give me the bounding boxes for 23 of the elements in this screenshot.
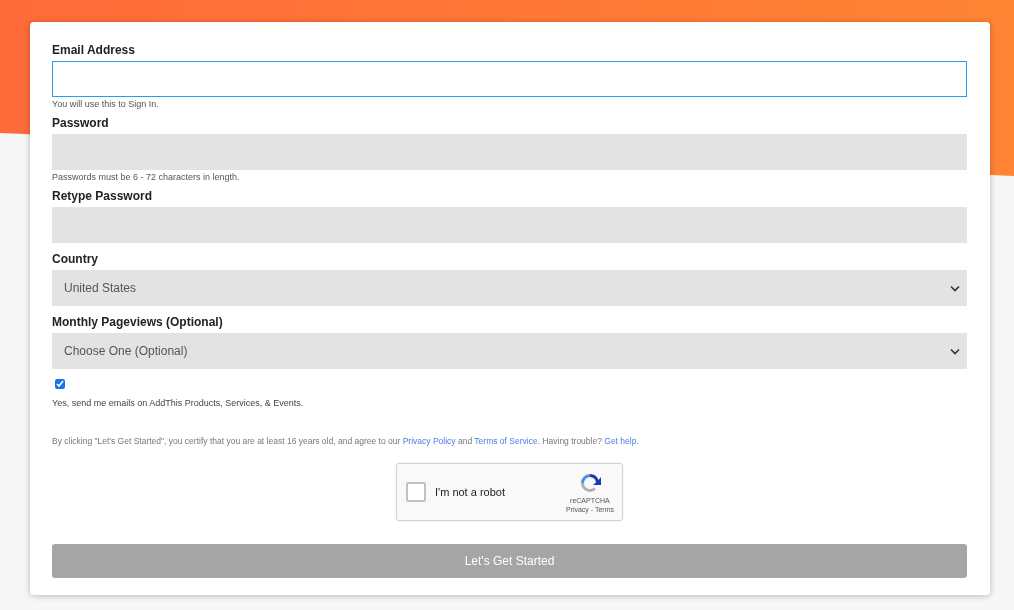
dropdown[interactable]: Choose One (Optional) [52, 333, 967, 369]
field-label: Monthly Pageviews (Optional) [52, 314, 223, 331]
password-field[interactable] [52, 207, 967, 243]
captcha-label: I'm not a robot [435, 486, 506, 498]
password-field[interactable] [52, 134, 967, 170]
link[interactable]: Privacy Policy [402, 436, 456, 446]
link[interactable]: Terms of Service [474, 436, 538, 446]
field-label: Retype Password [52, 188, 153, 205]
submit-button[interactable]: Let's Get Started [52, 544, 967, 578]
legal-text: By clicking "Let's Get Started", you certify that you are at least 16 years old, and agree to our Privacy Policy and Terms of Service. Having trouble? Get help. [52, 436, 640, 446]
captcha-checkbox[interactable] [406, 482, 426, 502]
link[interactable]: Get help. [604, 436, 639, 446]
field-hint: You will use this to Sign In. [52, 98, 159, 111]
checkbox[interactable] [55, 379, 65, 389]
field-label: Email Address [52, 42, 135, 59]
chevron-down-icon [950, 347, 960, 355]
dropdown[interactable]: United States [52, 270, 967, 306]
email-field[interactable] [52, 61, 967, 97]
chevron-down-icon [950, 284, 960, 292]
field-hint: Passwords must be 6 - 72 characters in length. [52, 171, 240, 184]
checkbox-label: Yes, send me emails on AddThis Products, Services, & Events. [52, 398, 304, 408]
field-label: Country [52, 251, 98, 268]
field-label: Password [52, 115, 109, 132]
